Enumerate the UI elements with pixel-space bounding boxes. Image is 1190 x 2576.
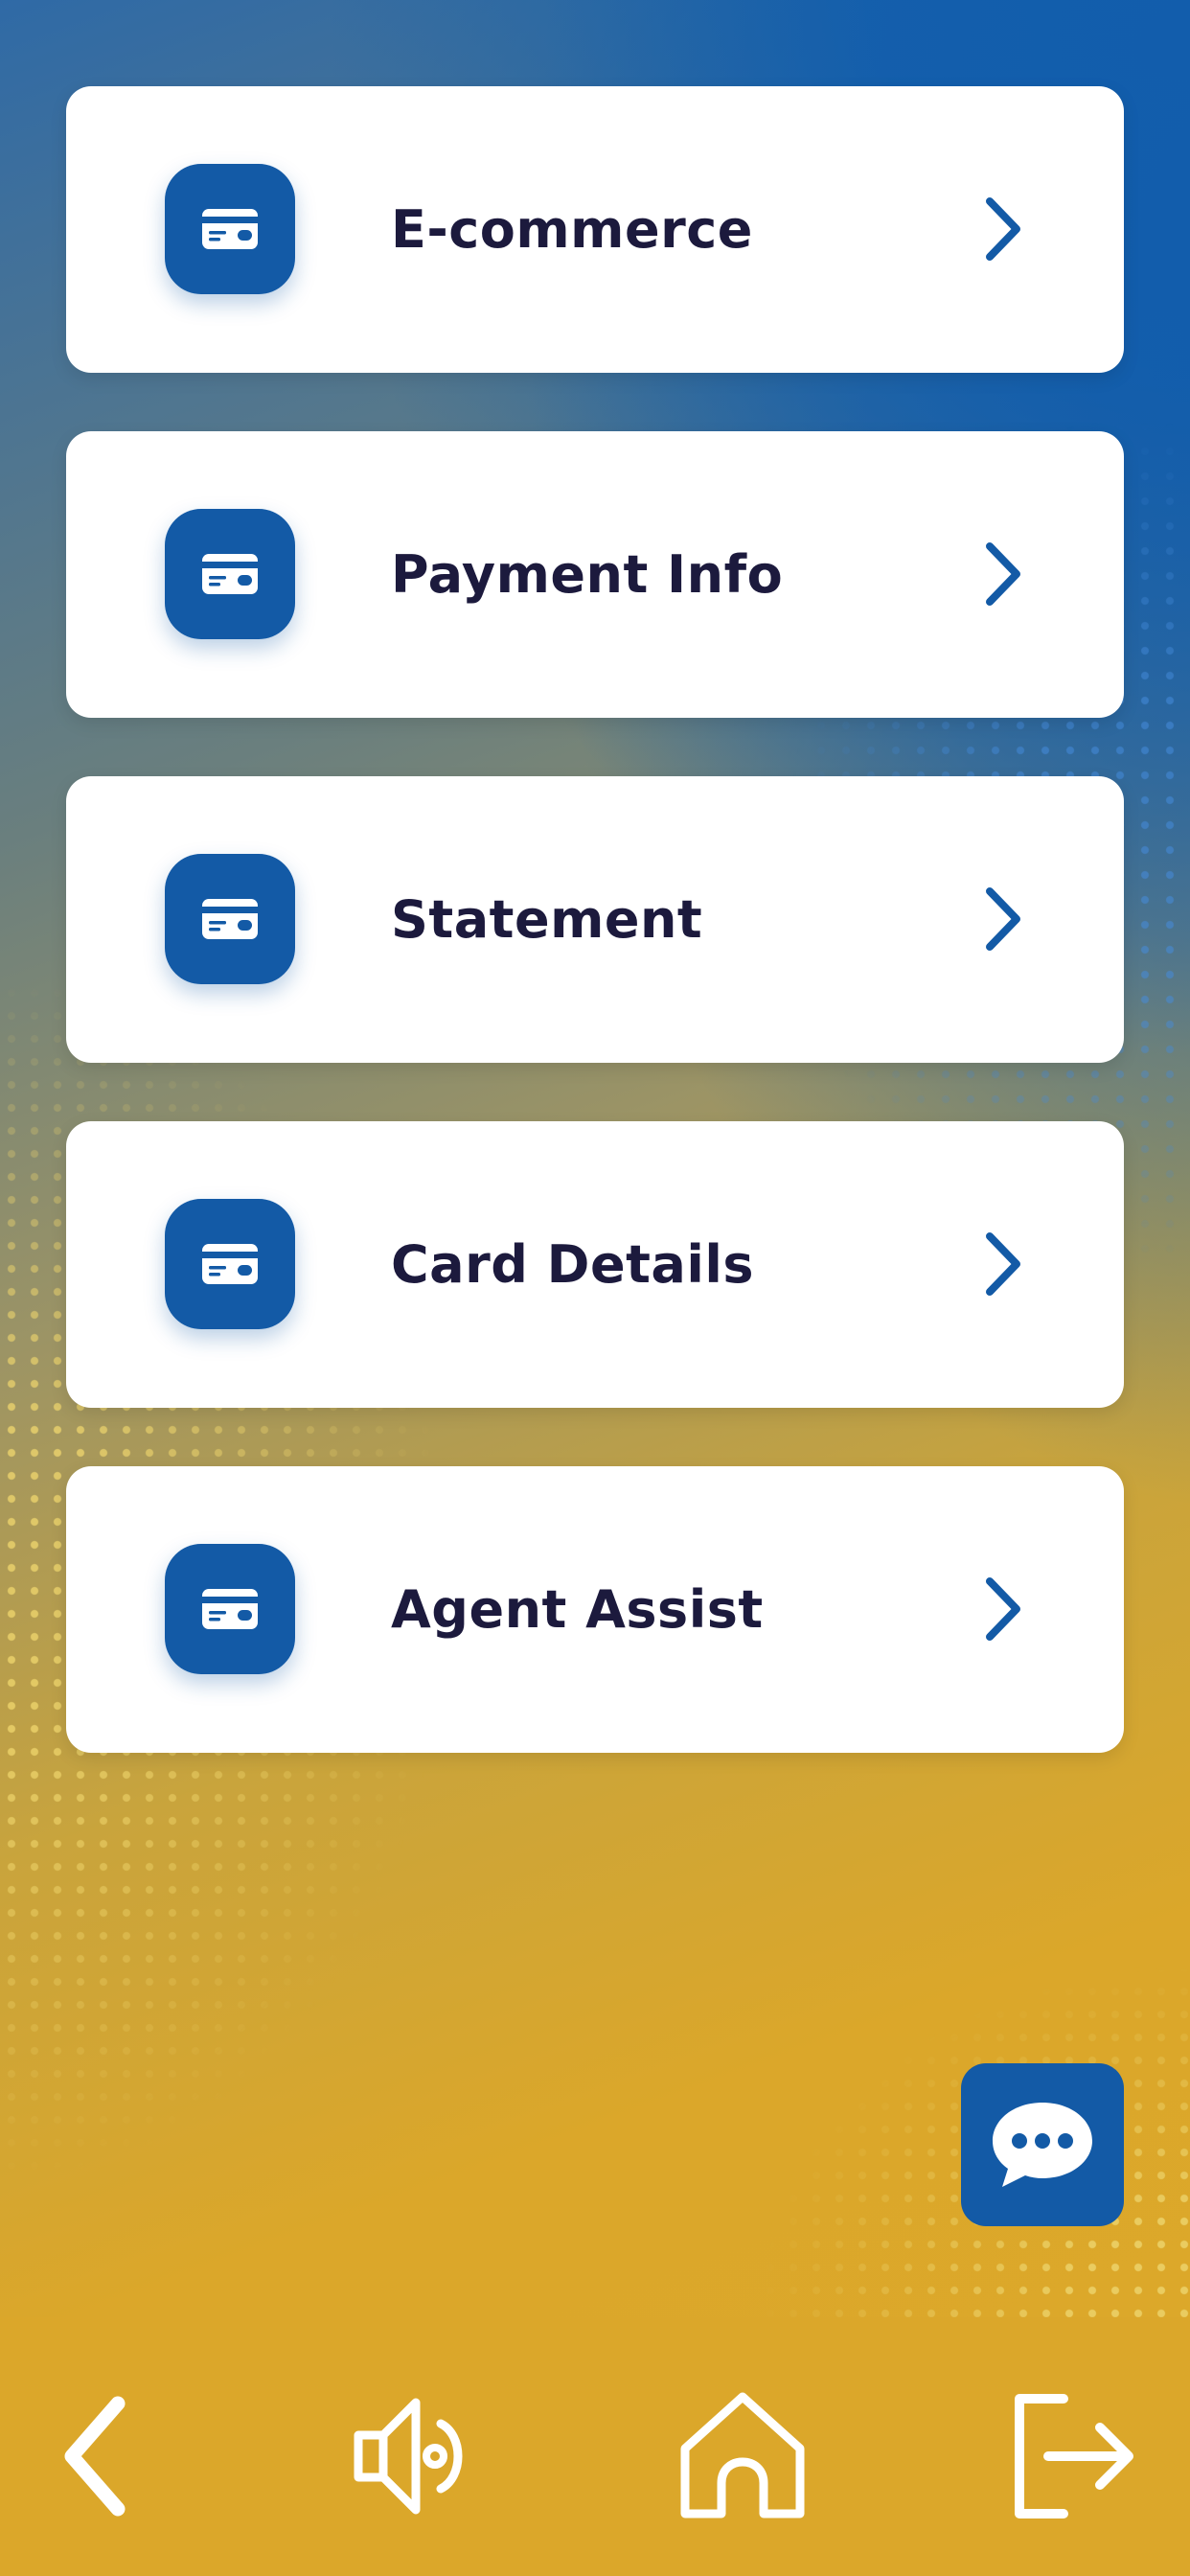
chat-button[interactable] xyxy=(961,2063,1124,2226)
chevron-right-icon xyxy=(986,197,1020,261)
menu-item-statement[interactable]: Statement xyxy=(66,776,1124,1063)
chevron-right-icon xyxy=(986,542,1020,606)
chat-bubble-icon xyxy=(993,2103,1092,2187)
logout-button[interactable] xyxy=(1001,2384,1145,2528)
logout-icon xyxy=(1015,2394,1133,2518)
credit-card-icon xyxy=(165,854,295,984)
menu-item-payment-info[interactable]: Payment Info xyxy=(66,431,1124,718)
sound-button[interactable] xyxy=(340,2384,484,2528)
menu-item-label: Statement xyxy=(391,889,703,950)
credit-card-icon xyxy=(165,164,295,294)
bottom-navigation-bar xyxy=(0,2317,1190,2576)
menu-item-label: Payment Info xyxy=(391,544,784,605)
menu-item-label: E-commerce xyxy=(391,199,753,260)
menu-item-ecommerce[interactable]: E-commerce xyxy=(66,86,1124,373)
menu-item-label: Agent Assist xyxy=(391,1579,764,1640)
speaker-icon xyxy=(354,2398,463,2515)
chevron-right-icon xyxy=(986,1232,1020,1296)
menu-item-label: Card Details xyxy=(391,1234,755,1295)
credit-card-icon xyxy=(165,1199,295,1329)
chevron-right-icon xyxy=(986,1577,1020,1641)
menu-item-card-details[interactable]: Card Details xyxy=(66,1121,1124,1408)
back-button[interactable] xyxy=(29,2384,172,2528)
home-button[interactable] xyxy=(671,2384,814,2528)
home-icon xyxy=(680,2392,805,2518)
menu-item-agent-assist[interactable]: Agent Assist xyxy=(66,1466,1124,1753)
menu-list: E-commerce Payment Info Statement Card D… xyxy=(66,86,1124,1811)
credit-card-icon xyxy=(165,1544,295,1674)
credit-card-icon xyxy=(165,509,295,639)
back-chevron-icon xyxy=(64,2396,126,2517)
chevron-right-icon xyxy=(986,887,1020,951)
